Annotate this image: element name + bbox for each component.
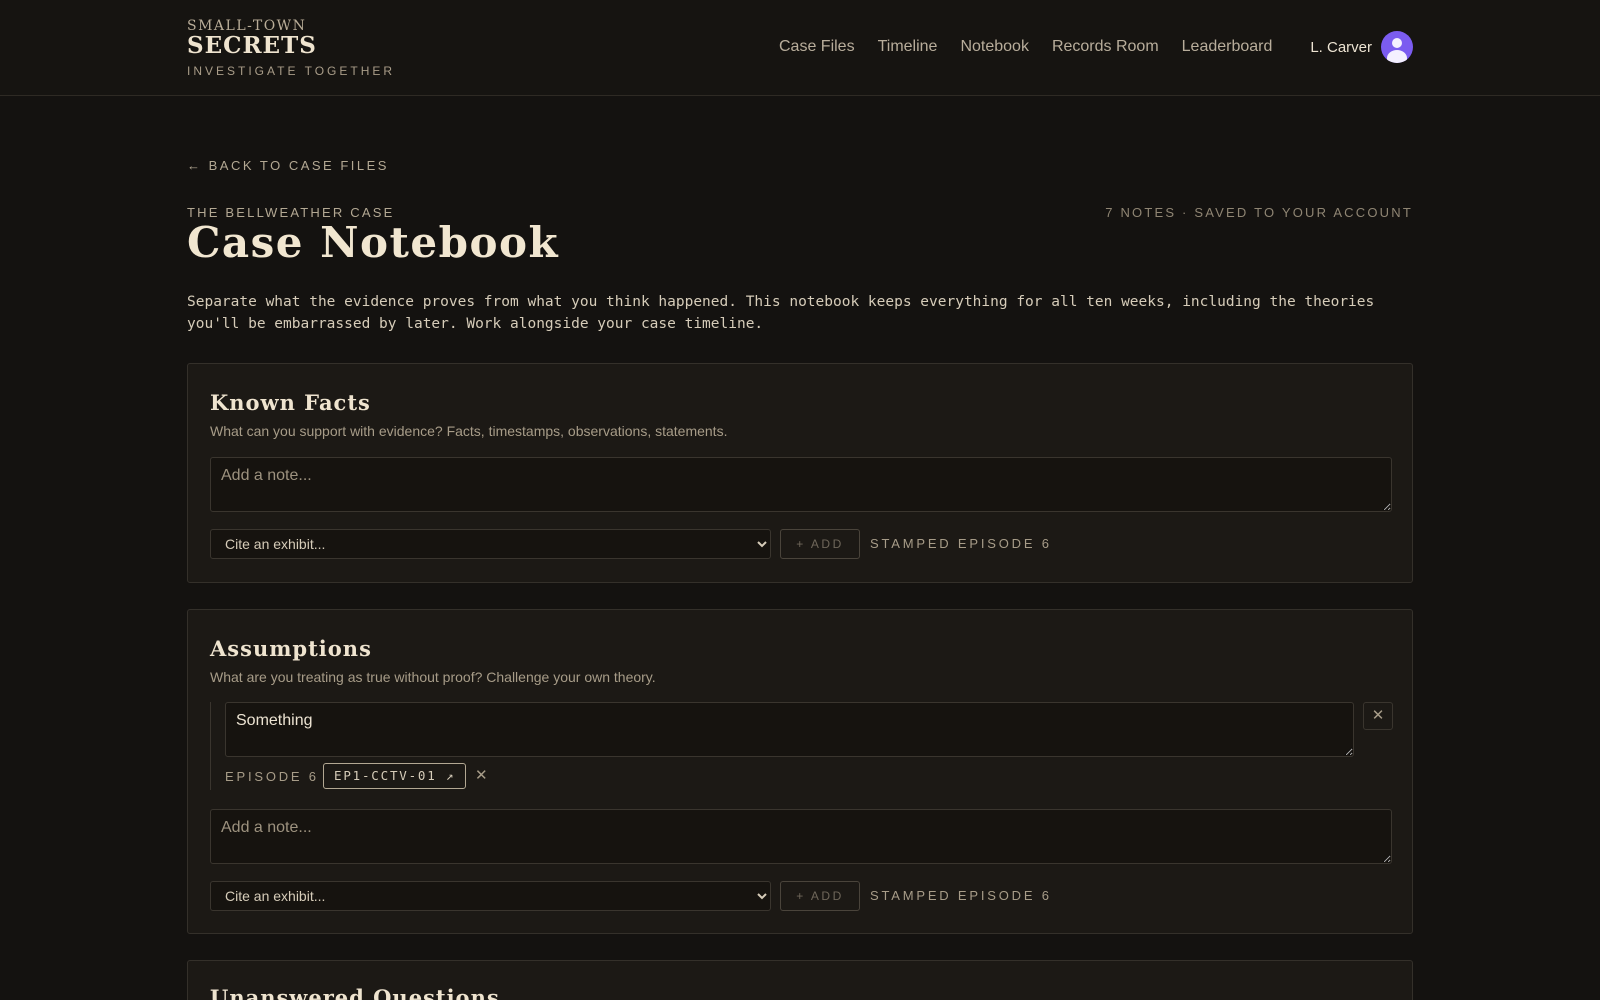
note-episode-label: EPISODE 6 (225, 769, 319, 784)
user-menu[interactable]: L. Carver (1310, 31, 1413, 63)
exhibit-select[interactable]: Cite an exhibit... (210, 529, 771, 559)
nav-timeline[interactable]: Timeline (878, 38, 938, 56)
section-title: Assumptions (210, 636, 372, 661)
nav-notebook[interactable]: Notebook (960, 38, 1029, 56)
top-bar: SMALL-TOWN SECRETS INVESTIGATE TOGETHER … (0, 0, 1600, 96)
episode-stamp: STAMPED EPISODE 6 (870, 888, 1052, 903)
notes-meta: 7 NOTES · SAVED TO YOUR ACCOUNT (1105, 205, 1413, 220)
section-title: Known Facts (210, 390, 371, 415)
section-title: Unanswered Questions (210, 985, 500, 1000)
avatar-head (1392, 38, 1402, 48)
note-text-input[interactable] (225, 702, 1354, 757)
remove-exhibit-icon[interactable]: ✕ (475, 766, 488, 784)
avatar-body (1387, 50, 1407, 63)
exhibit-chip[interactable]: EP1-CCTV-01 ↗ (323, 763, 467, 789)
brand-tagline: INVESTIGATE TOGETHER (187, 64, 396, 78)
nav-records-room[interactable]: Records Room (1052, 38, 1159, 56)
main-nav: Case Files Timeline Notebook Records Roo… (779, 38, 1295, 56)
add-note-button[interactable]: + ADD (780, 881, 860, 911)
back-to-case-files-link[interactable]: ← BACK TO CASE FILES (187, 158, 389, 173)
intro-text: Separate what the evidence proves from w… (187, 294, 1375, 332)
add-note-button[interactable]: + ADD (780, 529, 860, 559)
avatar-icon[interactable] (1381, 31, 1413, 63)
nav-leaderboard[interactable]: Leaderboard (1182, 38, 1273, 56)
new-note-input[interactable] (210, 457, 1392, 512)
section-unanswered-questions: Unanswered Questions (187, 960, 1413, 1000)
episode-stamp: STAMPED EPISODE 6 (870, 536, 1052, 551)
page-title: Case Notebook (187, 218, 560, 267)
user-name: L. Carver (1310, 38, 1372, 56)
new-note-input[interactable] (210, 809, 1392, 864)
section-description: What can you support with evidence? Fact… (210, 423, 728, 439)
exhibit-select[interactable]: Cite an exhibit... (210, 881, 771, 911)
close-icon[interactable]: ✕ (1363, 702, 1393, 730)
nav-case-files[interactable]: Case Files (779, 38, 855, 56)
section-assumptions: Assumptions What are you treating as tru… (187, 609, 1413, 934)
brand-logo[interactable]: SMALL-TOWN SECRETS INVESTIGATE TOGETHER (187, 18, 395, 78)
section-known-facts: Known Facts What can you support with ev… (187, 363, 1413, 583)
section-description: What are you treating as true without pr… (210, 669, 656, 685)
note-item: ✕ EPISODE 6 EP1-CCTV-01 ↗ ✕ (210, 702, 1393, 790)
brand-name: SECRETS (187, 32, 317, 59)
